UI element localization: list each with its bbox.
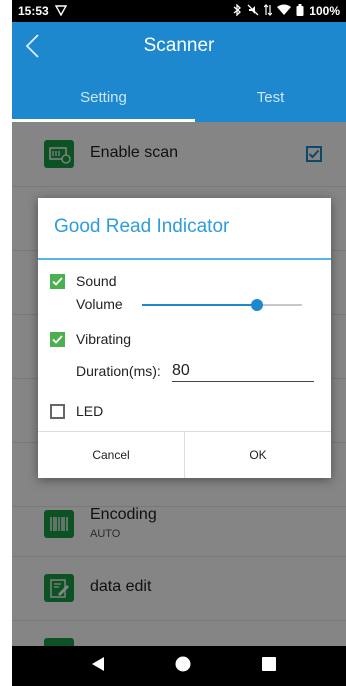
volume-slider-thumb[interactable] xyxy=(251,299,264,311)
recents-icon[interactable] xyxy=(262,657,276,676)
title-divider xyxy=(38,258,331,260)
dialog-title: Good Read Indicator xyxy=(54,216,230,237)
navigation-bar xyxy=(12,646,346,686)
sound-checkbox[interactable] xyxy=(50,274,65,289)
tab-bar: Setting Test xyxy=(12,70,346,122)
battery-icon xyxy=(296,3,304,19)
notification-icon xyxy=(54,4,67,19)
app-bar: Scanner xyxy=(12,22,346,70)
tab-test[interactable]: Test xyxy=(195,70,346,119)
mute-icon xyxy=(247,4,259,19)
cancel-button[interactable]: Cancel xyxy=(38,432,184,478)
page-title: Scanner xyxy=(143,35,215,56)
duration-input[interactable] xyxy=(172,360,314,382)
volume-slider-fill xyxy=(142,304,258,306)
good-read-dialog: Good Read Indicator Sound Volume Vibrati… xyxy=(38,198,331,478)
led-checkbox[interactable] xyxy=(50,404,65,419)
volume-label: Volume xyxy=(76,296,123,312)
led-label: LED xyxy=(76,403,104,419)
battery-percent: 100% xyxy=(309,4,340,18)
status-time: 15:53 xyxy=(18,4,49,18)
bluetooth-icon xyxy=(233,2,242,19)
duration-label: Duration(ms): xyxy=(76,363,161,379)
ok-button[interactable]: OK xyxy=(185,432,331,478)
vibrating-label: Vibrating xyxy=(76,331,132,347)
volume-slider[interactable] xyxy=(142,299,302,311)
wifi-icon xyxy=(277,4,292,19)
tab-setting[interactable]: Setting xyxy=(12,70,195,119)
home-icon[interactable] xyxy=(175,656,191,677)
vibrating-checkbox[interactable] xyxy=(50,332,65,347)
sound-label: Sound xyxy=(76,273,117,289)
data-arrows-icon xyxy=(263,3,273,19)
back-icon[interactable] xyxy=(91,656,105,677)
status-bar: 15:53 100% xyxy=(12,0,346,22)
